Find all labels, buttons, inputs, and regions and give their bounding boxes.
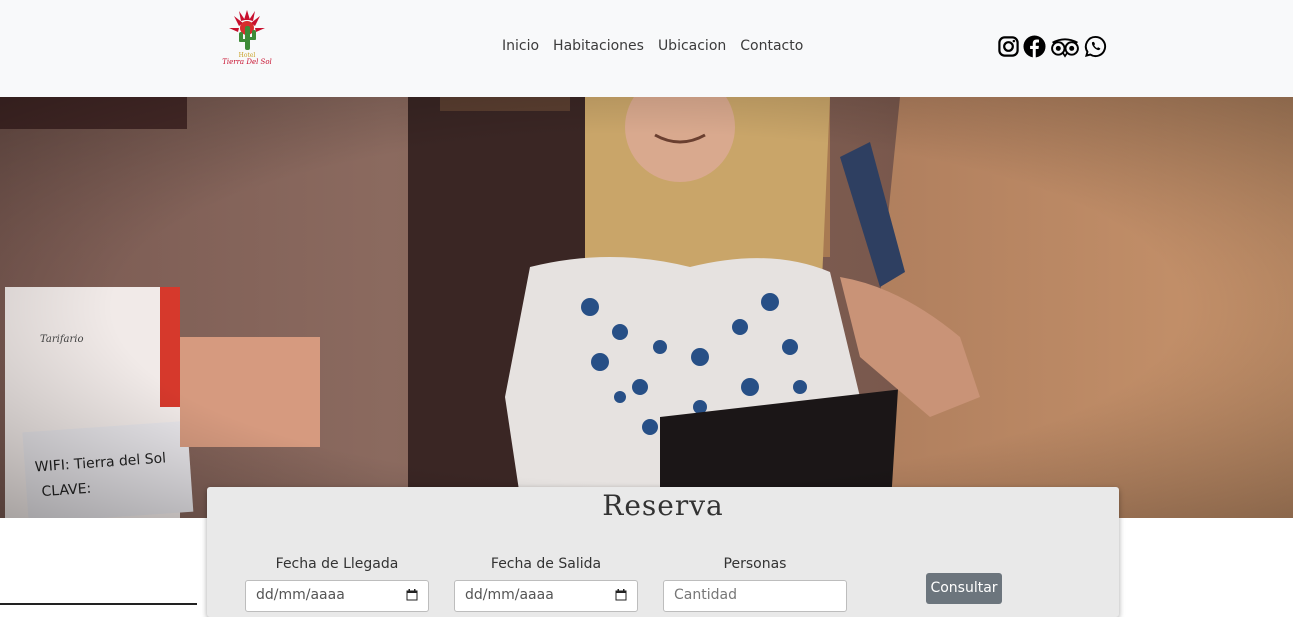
nav-item-contacto[interactable]: Contacto bbox=[733, 38, 810, 54]
calendar-icon[interactable] bbox=[615, 589, 627, 601]
nav-item-ubicacion[interactable]: Ubicacion bbox=[651, 38, 733, 54]
checkout-date-input[interactable]: dd/mm/aaaa bbox=[454, 580, 638, 612]
social-links bbox=[997, 35, 1107, 58]
hero-image: Tarifario WIFI: Tierra del Sol CLAVE: bbox=[0, 97, 1293, 518]
navbar: Hotel Tierra Del Sol Inicio Habitaciones… bbox=[0, 0, 1293, 97]
reservation-title: Reserva bbox=[602, 489, 724, 522]
checkin-date-input[interactable]: dd/mm/aaaa bbox=[245, 580, 429, 612]
guests-label: Personas bbox=[723, 556, 787, 572]
reservation-form: Reserva Fecha de Llegada dd/mm/aaaa Fech… bbox=[207, 487, 1119, 617]
calendar-icon[interactable] bbox=[406, 589, 418, 601]
checkout-date-value: dd/mm/aaaa bbox=[465, 587, 554, 603]
instagram-icon[interactable] bbox=[997, 35, 1020, 58]
facebook-icon[interactable] bbox=[1023, 35, 1046, 58]
guests-placeholder: Cantidad bbox=[674, 587, 737, 603]
tripadvisor-icon[interactable] bbox=[1049, 35, 1081, 58]
nav-item-inicio[interactable]: Inicio bbox=[495, 38, 546, 54]
whatsapp-icon[interactable] bbox=[1084, 35, 1107, 58]
logo-text-bottom: Tierra Del Sol bbox=[222, 58, 272, 67]
main-nav: Inicio Habitaciones Ubicacion Contacto bbox=[495, 38, 810, 54]
guests-input[interactable]: Cantidad bbox=[663, 580, 847, 612]
hero-photo-reception: Tarifario WIFI: Tierra del Sol CLAVE: bbox=[0, 97, 1293, 518]
checkin-date-value: dd/mm/aaaa bbox=[256, 587, 345, 603]
nav-item-habitaciones[interactable]: Habitaciones bbox=[546, 38, 651, 54]
consultar-button[interactable]: Consultar bbox=[926, 573, 1002, 604]
sun-cactus-logo-icon bbox=[229, 10, 265, 50]
checkout-label: Fecha de Salida bbox=[490, 556, 602, 572]
hotel-logo[interactable]: Hotel Tierra Del Sol bbox=[218, 8, 276, 70]
checkin-label: Fecha de Llegada bbox=[275, 556, 399, 572]
